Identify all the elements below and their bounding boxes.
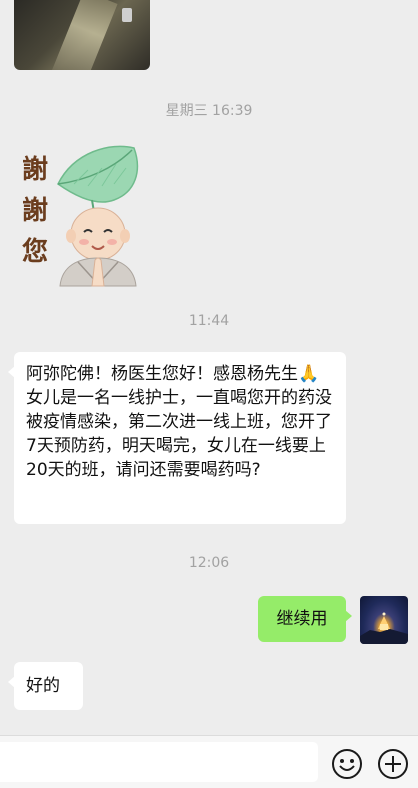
user-avatar[interactable] (360, 596, 408, 644)
image-message-partial[interactable] (14, 0, 150, 70)
outgoing-message[interactable]: 继续用 (258, 596, 352, 642)
smiley-icon[interactable] (331, 748, 363, 780)
message-text: 好的 (26, 676, 60, 696)
image-content-detail (122, 8, 132, 22)
message-input[interactable] (0, 742, 318, 782)
message-text: 继续用 (276, 609, 328, 629)
message-text: 阿弥陀佛！杨医生您好！感恩杨先生🙏女儿是一名一线护士，一直喝您开的药没被疫情感染… (26, 364, 332, 480)
plus-circle-icon[interactable] (377, 748, 409, 780)
incoming-message[interactable]: 好的 (8, 662, 83, 710)
timestamp: 12:06 (188, 555, 230, 571)
thank-you-sticker[interactable]: 謝 謝 您 (18, 140, 150, 288)
timestamp: 11:44 (188, 313, 230, 329)
timestamp: 星期三 16:39 (165, 103, 253, 119)
incoming-message[interactable]: 阿弥陀佛！杨医生您好！感恩杨先生🙏女儿是一名一线护士，一直喝您开的药没被疫情感染… (8, 352, 346, 524)
image-content (50, 0, 118, 70)
monk-illustration (57, 145, 139, 287)
temple-night-image (360, 612, 408, 644)
